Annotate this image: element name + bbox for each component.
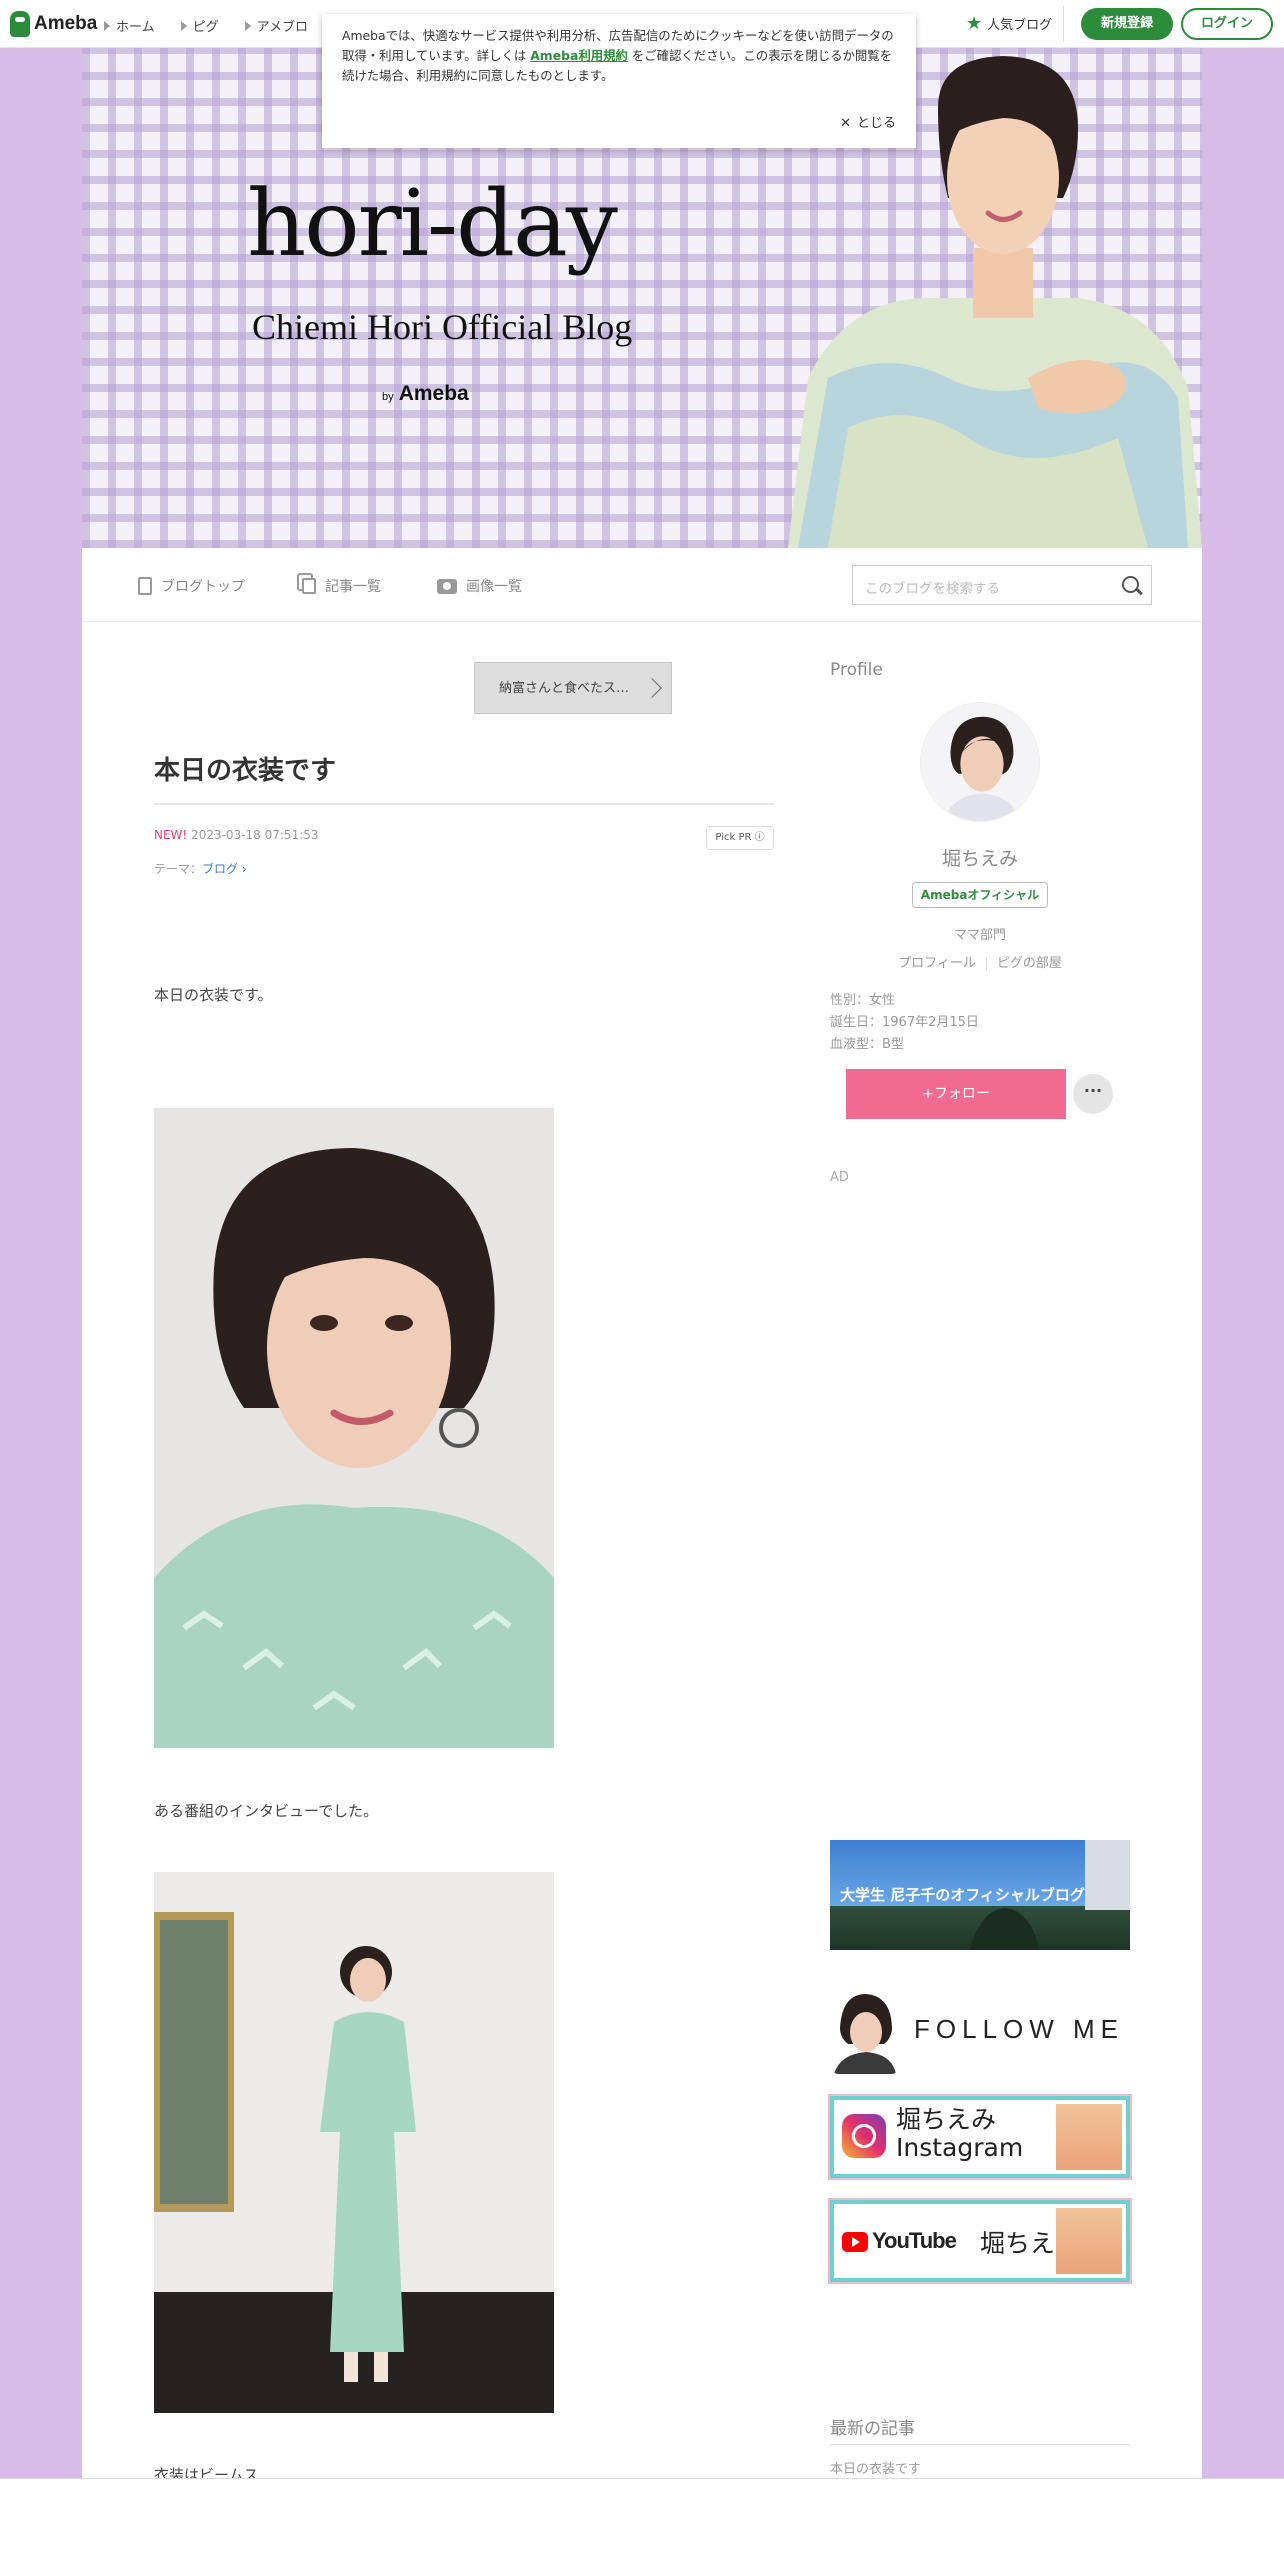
new-badge: NEW! (154, 828, 188, 842)
popular-blogs-label: 人気ブログ (987, 18, 1053, 33)
ad-label: AD (830, 1170, 849, 1185)
star-icon: ★ (966, 12, 983, 34)
nav-image-list[interactable]: 画像一覧 (437, 576, 522, 596)
entry-paragraph: 本日の衣装です。 (154, 986, 273, 1004)
latest-entries-heading: 最新の記事 (830, 2419, 915, 2439)
triangle-right-icon (180, 20, 187, 31)
entry-photo-fullbody[interactable] (154, 1872, 554, 2413)
entry-meta: NEW! 2023-03-18 07:51:53 (154, 828, 319, 842)
instagram-name: 堀ちえみ (896, 2105, 997, 2134)
login-button[interactable]: ログイン (1181, 8, 1273, 40)
latest-divider (830, 2444, 1130, 2445)
profile-link[interactable]: プロフィール (898, 956, 976, 971)
popular-blogs-link[interactable]: ★ 人気ブログ (966, 14, 1052, 33)
youtube-banner[interactable]: YouTube 堀ちえみ (828, 2198, 1132, 2284)
search-input[interactable]: このブログを検索する (865, 577, 1000, 597)
profile-links: プロフィール ピグの部屋 (830, 952, 1130, 971)
triangle-right-icon (104, 20, 110, 31)
header-nav: ホーム ピグ アメブロ (104, 16, 308, 35)
nav-blog-top-label: ブログトップ (161, 579, 245, 595)
signup-button[interactable]: 新規登録 (1081, 8, 1173, 40)
header-divider (1063, 6, 1064, 42)
title-divider (154, 803, 774, 805)
chevron-right-icon: › (241, 862, 247, 876)
instagram-banner[interactable]: 堀ちえみ Instagram (828, 2094, 1132, 2180)
profile-heading: Profile (830, 660, 883, 680)
nav-ameblo[interactable]: アメブロ (244, 16, 308, 35)
nav-pigg-label: ピグ (192, 20, 219, 35)
profile-blood-type: 血液型：B型 (830, 1037, 904, 1052)
document-icon (138, 577, 152, 595)
daughter-blog-banner-text: 大学生 尼子千のオフィシャルブログ (840, 1886, 1085, 1904)
cookie-close-label: とじる (856, 116, 896, 131)
more-button[interactable]: ··· (1073, 1074, 1113, 1114)
nav-home[interactable]: ホーム (104, 16, 155, 35)
youtube-portrait (1056, 2208, 1122, 2274)
nav-entry-list-label: 記事一覧 (325, 579, 381, 595)
ameba-mascot-icon (10, 11, 30, 37)
by-label: by (382, 391, 394, 403)
chevron-right-icon (642, 678, 662, 698)
pick-pr-button[interactable]: Pick PR ⓘ (706, 826, 774, 850)
entry-photo-closeup[interactable] (154, 1108, 554, 1748)
nav-ameblo-label: アメブロ (256, 20, 308, 35)
by-ameba-label: Ameba (398, 382, 469, 405)
nav-entry-list[interactable]: 記事一覧 (302, 576, 381, 596)
instagram-icon (842, 2114, 886, 2158)
instagram-portrait (1056, 2104, 1122, 2170)
instagram-banner-text: 堀ちえみ Instagram (896, 2106, 1023, 2162)
viewport-bottom-area (0, 2478, 1284, 2568)
cookie-close-button[interactable]: ✕ とじる (840, 114, 896, 134)
previous-entry-link[interactable]: 納富さんと食べたス… (474, 662, 672, 714)
official-badge: Amebaオフィシャル (912, 882, 1048, 908)
nav-image-list-label: 画像一覧 (466, 579, 522, 595)
profile-gender: 性別：女性 (830, 993, 896, 1008)
entry-paragraph: ある番組のインタビューでした。 (154, 1802, 379, 1820)
nav-pigg[interactable]: ピグ (180, 16, 219, 35)
blog-search[interactable]: このブログを検索する (852, 565, 1152, 605)
instagram-word: Instagram (896, 2133, 1024, 2162)
profile-avatar[interactable] (920, 702, 1040, 822)
terms-link[interactable]: Ameba利用規約 (530, 48, 628, 63)
youtube-icon (842, 2232, 868, 2252)
entries-icon (302, 578, 316, 594)
link-separator (985, 956, 987, 971)
entry-date: 2023-03-18 07:51:53 (191, 828, 319, 842)
follow-me-text: FOLLOW ME (914, 2014, 1125, 2044)
by-ameba: by Ameba (382, 382, 469, 406)
ameba-logo[interactable]: Ameba (10, 11, 97, 37)
search-icon[interactable] (1122, 576, 1139, 593)
entry-theme: テーマ：ブログ › (154, 860, 247, 877)
follow-button[interactable]: +フォロー (846, 1069, 1066, 1119)
profile-category[interactable]: ママ部門 (830, 924, 1130, 943)
camera-icon (437, 578, 457, 594)
theme-link[interactable]: ブログ (202, 862, 238, 876)
daughter-blog-banner[interactable]: 大学生 尼子千のオフィシャルブログ (830, 1840, 1130, 1950)
blog-title: hori-day (247, 170, 618, 277)
nav-home-label: ホーム (116, 20, 155, 35)
profile-attributes: 性別：女性 誕生日：1967年2月15日 血液型：B型 (830, 990, 979, 1056)
follow-me-portrait (830, 1988, 900, 2074)
previous-entry-label: 納富さんと食べたス… (499, 681, 630, 696)
cookie-notice: Amebaでは、快適なサービス提供や利用分析、広告配信のためにクッキーなどを使い… (322, 14, 916, 148)
blog-nav: ブログトップ 記事一覧 画像一覧 このブログを検索する (82, 548, 1202, 622)
pigg-room-link[interactable]: ピグの部屋 (997, 956, 1062, 971)
youtube-word: YouTube (872, 2228, 957, 2253)
entry-title[interactable]: 本日の衣装です (154, 750, 336, 787)
latest-entry-link[interactable]: 本日の衣装です (830, 2458, 921, 2477)
profile-name[interactable]: 堀ちえみ (830, 844, 1130, 871)
theme-label: テーマ： (154, 862, 203, 876)
ameba-logo-text: Ameba (34, 13, 98, 34)
nav-blog-top[interactable]: ブログトップ (138, 576, 245, 596)
follow-me-banner: FOLLOW ME (830, 1986, 1130, 2076)
triangle-right-icon (244, 20, 251, 31)
profile-birthday: 誕生日：1967年2月15日 (830, 1015, 979, 1030)
close-icon: ✕ (840, 116, 851, 131)
blog-subtitle: Chiemi Hori Official Blog (252, 307, 633, 347)
